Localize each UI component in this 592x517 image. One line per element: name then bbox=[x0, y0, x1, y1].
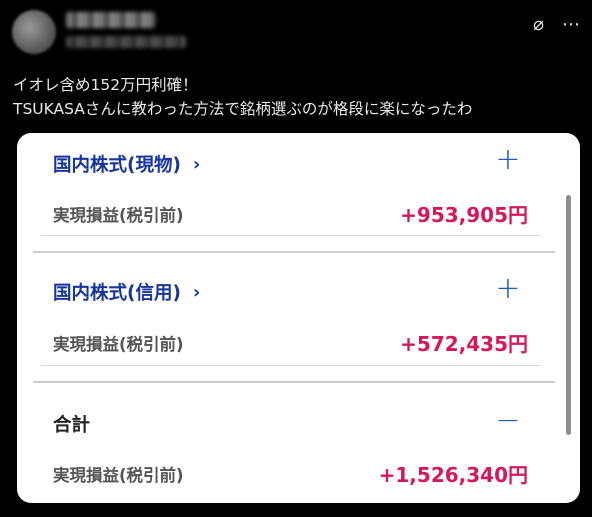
post-text-line-1: イオレ含め152万円利確！ bbox=[13, 76, 198, 94]
divider bbox=[41, 365, 541, 366]
realized-pl-value: +572,435円 bbox=[400, 332, 528, 356]
realized-pl-label: 実現損益(税引前) bbox=[53, 335, 184, 354]
realized-pl-total-value: +1,526,340円 bbox=[378, 463, 528, 487]
more-icon[interactable]: ⋯ bbox=[562, 16, 580, 34]
section-total-label: 合計 bbox=[53, 415, 91, 436]
section-divider bbox=[33, 381, 555, 383]
post-text: イオレ含め152万円利確！ TSUKASAさんに教わった方法で銘柄選ぶのが格段に… bbox=[13, 73, 583, 121]
post-header: ⌀ ⋯ bbox=[0, 0, 592, 66]
section-spot-title[interactable]: 国内株式(現物) › bbox=[53, 151, 200, 177]
realized-pl-value: +953,905円 bbox=[400, 203, 528, 227]
section-margin-title[interactable]: 国内株式(信用) › bbox=[53, 279, 200, 305]
section-margin-label: 国内株式(信用) bbox=[53, 283, 181, 304]
chevron-right-icon: › bbox=[192, 153, 201, 175]
post-text-line-2: TSUKASAさんに教わった方法で銘柄選ぶのが格段に楽になったわ bbox=[13, 100, 473, 118]
author-handle-blurred[interactable] bbox=[66, 36, 186, 48]
realized-pl-label: 実現損益(税引前) bbox=[53, 466, 184, 485]
grok-icon[interactable]: ⌀ bbox=[533, 16, 544, 34]
divider bbox=[41, 235, 541, 236]
section-spot-label: 国内株式(現物) bbox=[53, 155, 181, 176]
expand-plus-icon[interactable]: + bbox=[493, 274, 523, 304]
author-name-blurred[interactable] bbox=[66, 12, 156, 28]
expand-plus-icon[interactable]: + bbox=[493, 145, 523, 175]
section-total-title: 合計 bbox=[53, 411, 90, 437]
header-actions: ⌀ ⋯ bbox=[533, 16, 580, 34]
section-divider bbox=[33, 251, 555, 253]
attached-image-card[interactable]: 国内株式(現物) › + 実現損益(税引前) +953,905円 国内株式(信用… bbox=[17, 133, 580, 503]
scrollbar[interactable] bbox=[566, 195, 571, 435]
avatar[interactable] bbox=[12, 10, 56, 54]
realized-pl-label: 実現損益(税引前) bbox=[53, 206, 184, 225]
collapse-minus-icon[interactable]: − bbox=[493, 406, 523, 436]
chevron-right-icon: › bbox=[192, 281, 201, 303]
